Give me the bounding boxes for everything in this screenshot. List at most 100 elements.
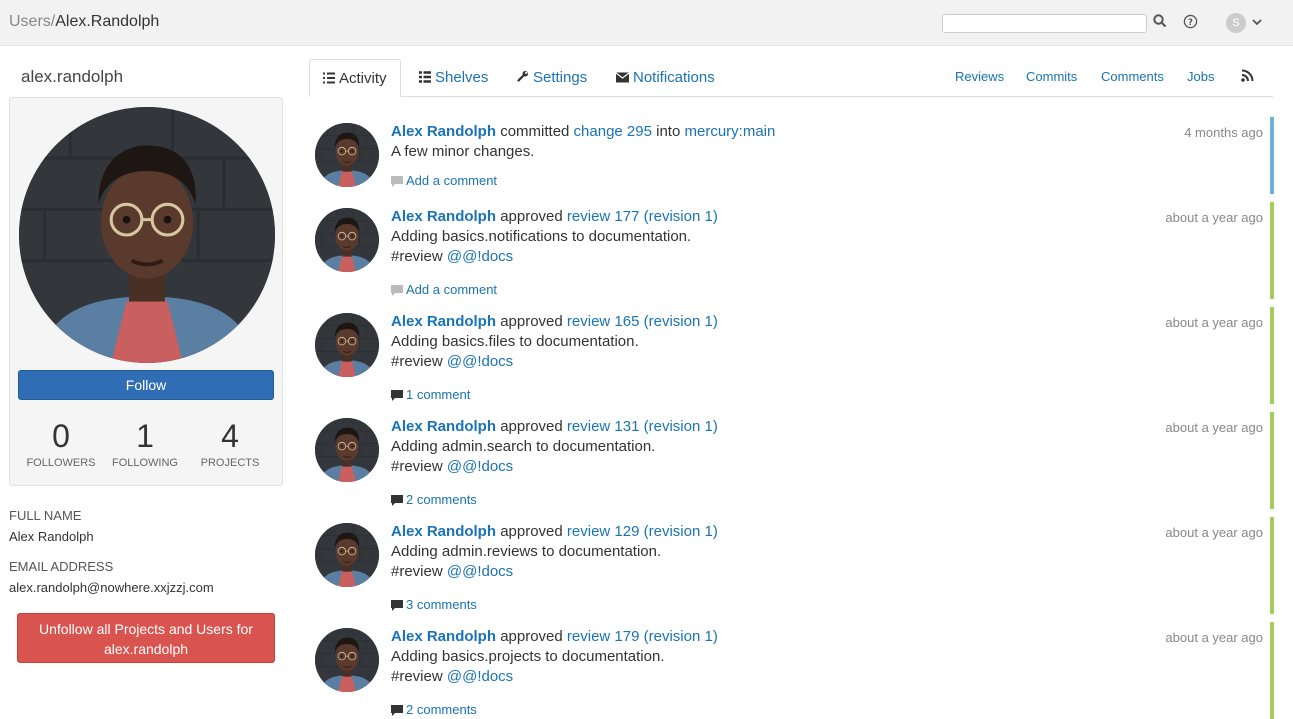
comment-icon <box>391 705 403 716</box>
rss-icon[interactable] <box>1241 69 1254 87</box>
user-link[interactable]: Alex Randolph <box>391 523 496 540</box>
activity-verb: approved <box>500 628 563 645</box>
activity-type-bar <box>1270 622 1274 719</box>
tab-settings[interactable]: Settings <box>516 59 587 97</box>
activity-headline: Alex Randolph approved review 179 (revis… <box>391 628 718 645</box>
activity-verb: approved <box>500 313 563 330</box>
profile-stats: 0 FOLLOWERS 1 FOLLOWING 4 PROJECTS <box>10 416 284 476</box>
activity-avatar[interactable] <box>315 628 379 692</box>
stat-following-label: FOLLOWING <box>111 457 178 469</box>
activity-time: about a year ago <box>1165 420 1263 435</box>
docs-group-link[interactable]: @@!docs <box>447 248 513 265</box>
activity-avatar[interactable] <box>315 208 379 272</box>
docs-group-link[interactable]: @@!docs <box>447 563 513 580</box>
docs-group-link[interactable]: @@!docs <box>447 458 513 475</box>
activity-verb: approved <box>500 418 563 435</box>
docs-group-link[interactable]: @@!docs <box>447 668 513 685</box>
user-link[interactable]: Alex Randolph <box>391 208 496 225</box>
target-link[interactable]: review 179 (revision 1) <box>567 628 718 645</box>
activity-time: about a year ago <box>1165 525 1263 540</box>
comments-link[interactable]: 3 comments <box>391 597 477 612</box>
comments-label: 2 comments <box>406 702 477 717</box>
activity-avatar[interactable] <box>315 523 379 587</box>
comments-link[interactable]: 2 comments <box>391 492 477 507</box>
project-link[interactable]: mercury:main <box>684 123 775 140</box>
target-link[interactable]: change 295 <box>574 123 652 140</box>
activity-headline: Alex Randolph approved review 165 (revis… <box>391 313 718 330</box>
user-link[interactable]: Alex Randolph <box>391 123 496 140</box>
target-link[interactable]: review 129 (revision 1) <box>567 523 718 540</box>
activity-headline: Alex Randolph approved review 131 (revis… <box>391 418 718 435</box>
unfollow-all-button[interactable]: Unfollow all Projects and Users for alex… <box>17 613 275 663</box>
comments-label: Add a comment <box>406 173 498 188</box>
user-link[interactable]: Alex Randolph <box>391 418 496 435</box>
comment-icon <box>391 176 403 187</box>
activity-verb: approved <box>500 523 563 540</box>
comments-link[interactable]: Add a comment <box>391 282 497 297</box>
tab-activity[interactable]: Activity <box>309 59 401 97</box>
docs-group-link[interactable]: @@!docs <box>447 353 513 370</box>
stat-projects[interactable]: 4 PROJECTS <box>185 416 275 469</box>
tab-notifications[interactable]: Notifications <box>615 59 715 97</box>
tab-shelves-label: Shelves <box>435 69 489 86</box>
comments-link[interactable]: 1 comment <box>391 387 470 402</box>
target-link[interactable]: review 165 (revision 1) <box>567 313 718 330</box>
activity-tags: #review @@!docs <box>391 668 513 685</box>
help-icon[interactable]: ? <box>1183 14 1199 30</box>
comment-icon <box>391 285 403 296</box>
activity-type-bar <box>1270 307 1274 404</box>
activity-description: A few minor changes. <box>391 143 535 160</box>
target-link[interactable]: review 131 (revision 1) <box>567 418 718 435</box>
user-avatar[interactable]: S <box>1226 13 1246 33</box>
comments-link[interactable]: Add a comment <box>391 173 497 188</box>
review-tag: #review <box>391 668 443 685</box>
activity-type-bar <box>1270 517 1274 614</box>
filter-comments-link[interactable]: Comments <box>1101 69 1164 84</box>
stat-followers[interactable]: 0 FOLLOWERS <box>16 416 106 469</box>
chevron-down-icon[interactable] <box>1251 15 1267 31</box>
envelope-icon <box>615 72 630 83</box>
search-input[interactable] <box>942 14 1147 33</box>
user-link[interactable]: Alex Randolph <box>391 313 496 330</box>
activity-avatar[interactable] <box>315 313 379 377</box>
activity-item: Alex Randolph approved review 129 (revis… <box>309 517 1274 614</box>
user-link[interactable]: Alex Randolph <box>391 628 496 645</box>
activity-item: Alex Randolph approved review 179 (revis… <box>309 622 1274 719</box>
activity-description: Adding basics.files to documentation. <box>391 333 639 350</box>
breadcrumb-users-link[interactable]: Users/ <box>9 13 55 30</box>
activity-headline: Alex Randolph committed change 295 into … <box>391 123 775 140</box>
review-tag: #review <box>391 248 443 265</box>
activity-avatar[interactable] <box>315 123 379 187</box>
activity-description: Adding basics.projects to documentation. <box>391 648 665 665</box>
breadcrumb: Users/Alex.Randolph <box>9 13 159 31</box>
activity-avatar[interactable] <box>315 418 379 482</box>
comments-link[interactable]: 2 comments <box>391 702 477 717</box>
full-name-label: FULL NAME <box>9 508 82 523</box>
filter-commits-link[interactable]: Commits <box>1026 69 1077 84</box>
activity-time: 4 months ago <box>1184 125 1263 140</box>
tab-shelves[interactable]: Shelves <box>419 59 488 97</box>
unfollow-line-2: alex.randolph <box>103 641 189 657</box>
activity-item: Alex Randolph approved review 165 (revis… <box>309 307 1274 404</box>
filter-reviews-link[interactable]: Reviews <box>955 69 1004 84</box>
activity-tags: #review @@!docs <box>391 458 513 475</box>
table-icon <box>419 71 431 83</box>
profile-username: alex.randolph <box>21 67 124 86</box>
top-bar: Users/Alex.Randolph ? S <box>0 0 1293 46</box>
filter-jobs-link[interactable]: Jobs <box>1187 69 1214 84</box>
list-icon <box>323 72 335 84</box>
review-tag: #review <box>391 353 443 370</box>
activity-type-bar <box>1270 117 1274 194</box>
follow-button[interactable]: Follow <box>18 370 274 400</box>
tab-settings-label: Settings <box>533 69 588 86</box>
target-link[interactable]: review 177 (revision 1) <box>567 208 718 225</box>
activity-description: Adding admin.reviews to documentation. <box>391 543 662 560</box>
comments-label: Add a comment <box>406 282 498 297</box>
comment-icon <box>391 390 403 401</box>
profile-avatar <box>19 107 275 363</box>
activity-type-bar <box>1270 202 1274 299</box>
search-icon[interactable] <box>1153 14 1169 30</box>
tab-activity-label: Activity <box>339 70 387 87</box>
comments-label: 2 comments <box>406 492 477 507</box>
stat-following[interactable]: 1 FOLLOWING <box>100 416 190 469</box>
